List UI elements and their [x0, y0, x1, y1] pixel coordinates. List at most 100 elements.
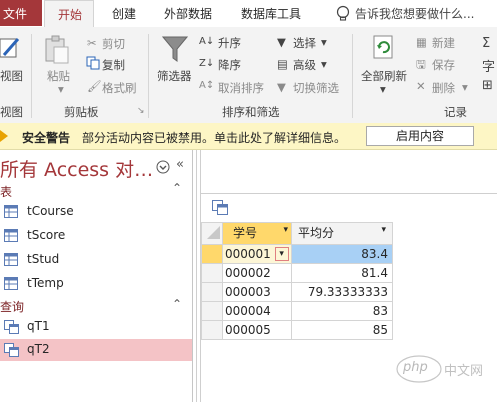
- sort-descending-button[interactable]: 降序: [218, 57, 241, 73]
- nav-item-tcourse[interactable]: tCourse: [0, 201, 192, 223]
- cell-average-score[interactable]: 83: [291, 301, 393, 321]
- selection-button[interactable]: 选择: [293, 35, 316, 51]
- cell-average-score[interactable]: 85: [291, 320, 393, 340]
- tab-home-label: 开始: [58, 8, 83, 22]
- advanced-button[interactable]: 高级: [293, 57, 316, 73]
- query-icon: [4, 320, 19, 334]
- paste-icon: [45, 35, 69, 64]
- shutter-bar-close-icon[interactable]: «: [176, 157, 184, 172]
- query-icon: [4, 343, 19, 357]
- cell-average-score[interactable]: 81.4: [291, 263, 393, 283]
- nav-item-tstud[interactable]: tStud: [0, 249, 192, 271]
- tell-me-search[interactable]: 告诉我您想要做什么...: [355, 5, 474, 22]
- copy-button[interactable]: 复制: [102, 57, 125, 73]
- delete-icon: ✕: [416, 79, 426, 93]
- column-header-average-score[interactable]: 平均分 ▾: [291, 222, 393, 245]
- pane-splitter[interactable]: [196, 150, 197, 402]
- tab-create[interactable]: 创建: [112, 5, 136, 22]
- paste-dropdown-icon[interactable]: ▾: [58, 82, 64, 96]
- record-selector[interactable]: [201, 244, 223, 264]
- sort-desc-icon: Z↓: [199, 58, 215, 69]
- column-dropdown-icon[interactable]: ▾: [381, 225, 386, 235]
- cell-student-id[interactable]: 000001 ▾: [222, 244, 292, 264]
- tab-home[interactable]: 开始: [44, 0, 94, 28]
- refresh-dropdown-icon[interactable]: ▾: [380, 82, 386, 96]
- advanced-filter-icon: ▤: [277, 57, 288, 71]
- more-icon[interactable]: ⊞: [482, 78, 493, 93]
- nav-group-tables-header[interactable]: 表: [0, 183, 12, 200]
- select-all-icon: [207, 226, 220, 239]
- watermark-cn: 中文网: [444, 364, 484, 379]
- new-record-button[interactable]: 新建: [432, 35, 455, 51]
- totals-icon[interactable]: Σ: [482, 36, 490, 51]
- record-selector[interactable]: [201, 320, 223, 340]
- new-record-icon: ▦: [416, 35, 427, 49]
- clear-sort-icon: A↕: [199, 80, 215, 91]
- query-window-icon[interactable]: [212, 200, 228, 215]
- tab-external-data[interactable]: 外部数据: [164, 5, 212, 22]
- security-warning-message[interactable]: 部分活动内容已被禁用。单击此处了解详细信息。: [82, 129, 346, 146]
- cell-student-id[interactable]: 000004: [222, 301, 292, 321]
- spelling-icon[interactable]: 字: [482, 56, 495, 75]
- selection-dropdown-icon[interactable]: ▾: [321, 35, 327, 49]
- copy-icon: [86, 56, 100, 70]
- cell-student-id[interactable]: 000002: [222, 263, 292, 283]
- clear-sort-button[interactable]: 取消排序: [218, 80, 264, 96]
- table-row[interactable]: 000004 83: [201, 301, 393, 321]
- watermark-php: php: [403, 360, 428, 375]
- ribbon-separator: [31, 34, 32, 118]
- delete-dropdown-icon[interactable]: ▾: [462, 80, 468, 94]
- nav-item-qt2[interactable]: qT2: [0, 339, 192, 361]
- delete-record-button[interactable]: 删除: [432, 80, 455, 96]
- column-header-student-id[interactable]: 学号 ▾: [222, 222, 292, 245]
- header-row: 学号 ▾ 平均分 ▾: [201, 222, 393, 245]
- tab-database-tools[interactable]: 数据库工具: [241, 5, 301, 22]
- lightbulb-icon: [336, 5, 350, 21]
- table-icon: [4, 277, 18, 290]
- nav-item-label: tStud: [27, 252, 60, 266]
- selection-icon: ▼: [277, 35, 286, 49]
- view-button[interactable]: 视图: [0, 68, 23, 84]
- sort-ascending-button[interactable]: 升序: [218, 35, 241, 51]
- format-painter-button[interactable]: 格式刷: [102, 80, 137, 96]
- cell-dropdown-icon[interactable]: ▾: [274, 247, 289, 262]
- cell-student-id[interactable]: 000003: [222, 282, 292, 302]
- nav-menu-dropdown-icon[interactable]: [156, 160, 170, 174]
- table-icon: [4, 205, 18, 218]
- record-selector[interactable]: [201, 301, 223, 321]
- format-painter-icon: 🖌: [87, 79, 102, 93]
- cell-value: 000001: [225, 246, 271, 261]
- collapse-tables-icon[interactable]: ⌃: [172, 181, 182, 195]
- nav-item-qt1[interactable]: qT1: [0, 316, 192, 338]
- cell-average-score[interactable]: 79.33333333: [291, 282, 393, 302]
- group-clipboard-label: 剪贴板: [64, 105, 99, 119]
- cell-student-id[interactable]: 000005: [222, 320, 292, 340]
- clipboard-launcher-icon[interactable]: ↘: [137, 106, 145, 116]
- tab-file-label: 文件: [3, 7, 28, 21]
- tab-file[interactable]: 文件: [0, 0, 42, 26]
- cut-button[interactable]: 剪切: [102, 36, 125, 52]
- table-row[interactable]: 000002 81.4: [201, 263, 393, 283]
- record-selector[interactable]: [201, 282, 223, 302]
- nav-group-queries-header[interactable]: 查询: [0, 298, 24, 315]
- record-selector[interactable]: [201, 263, 223, 283]
- column-dropdown-icon[interactable]: ▾: [283, 225, 288, 235]
- save-record-button[interactable]: 保存: [432, 57, 455, 73]
- sort-asc-icon: A↓: [199, 36, 215, 47]
- table-icon: [4, 253, 18, 266]
- nav-item-tscore[interactable]: tScore: [0, 225, 192, 247]
- collapse-queries-icon[interactable]: ⌃: [172, 297, 182, 311]
- table-row[interactable]: 000005 85: [201, 320, 393, 340]
- nav-item-ttemp[interactable]: tTemp: [0, 273, 192, 295]
- advanced-dropdown-icon[interactable]: ▾: [321, 57, 327, 71]
- cell-average-score[interactable]: 83.4: [291, 244, 393, 264]
- select-all-corner[interactable]: [201, 222, 223, 245]
- enable-content-button[interactable]: 启用内容: [366, 126, 474, 146]
- table-row[interactable]: 000003 79.33333333: [201, 282, 393, 302]
- table-row[interactable]: 000001 ▾ 83.4: [201, 244, 393, 264]
- nav-pane-title[interactable]: 所有 Access 对…: [0, 155, 153, 182]
- view-icon: [0, 38, 20, 58]
- filter-button[interactable]: 筛选器: [157, 68, 192, 84]
- toggle-filter-button[interactable]: 切换筛选: [293, 80, 339, 96]
- watermark-logo: php 中文网: [396, 354, 494, 384]
